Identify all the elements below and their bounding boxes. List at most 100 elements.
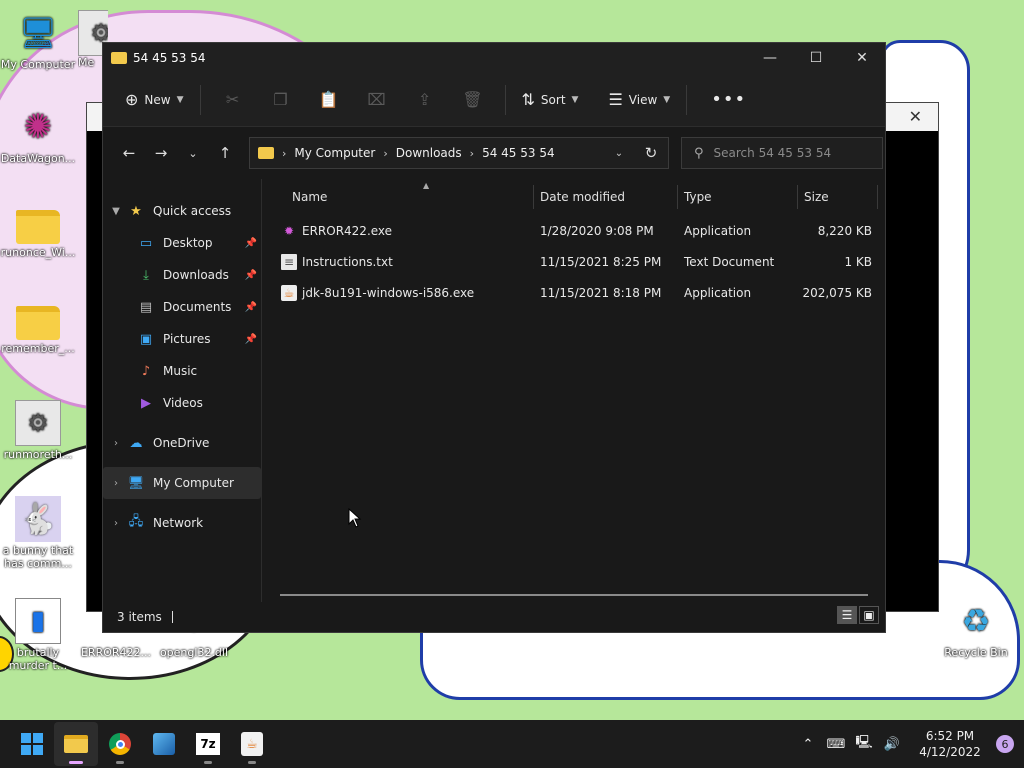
rename-button[interactable]: ⌧ (353, 84, 401, 116)
chevron-right-icon[interactable]: › (105, 518, 127, 529)
desktop-icon-datawagon[interactable]: ✺ DataWagon... (0, 104, 76, 165)
taskbar-file-explorer[interactable] (54, 722, 98, 766)
search-placeholder: Search 54 45 53 54 (713, 146, 832, 160)
file-date: 11/15/2021 8:18 PM (540, 285, 662, 300)
details-view-icon[interactable]: ☰ (837, 606, 857, 624)
nav-network[interactable]: › 🖧 Network (103, 507, 261, 539)
clock-time: 6:52 PM (925, 729, 975, 743)
active-indicator (69, 761, 83, 764)
document-icon: ▤ (139, 299, 153, 315)
paste-button[interactable]: 📋 (305, 84, 353, 116)
refresh-icon[interactable]: ↻ (634, 144, 668, 162)
speaker-icon[interactable]: 🔊 (878, 737, 906, 752)
forward-arrow-icon[interactable]: → (145, 144, 177, 162)
chevron-right-icon[interactable]: › (105, 438, 127, 449)
keyboard-icon[interactable]: ⌨ (822, 737, 850, 752)
file-date: 1/28/2020 9:08 PM (540, 223, 654, 238)
file-row[interactable]: ☕ jdk-8u191-windows-i586.exe 11/15/2021 … (280, 277, 885, 308)
chevron-down-icon[interactable]: ▼ (105, 206, 127, 217)
breadcrumb-chevron-icon[interactable]: › (470, 147, 474, 160)
file-name-cell: ✹ ERROR422.exe (280, 223, 534, 239)
desktop-icon-remember[interactable]: remember_... (0, 298, 76, 355)
nav-downloads[interactable]: ⤓ Downloads 📌 (103, 259, 261, 291)
tiles-view-icon[interactable]: ▣ (859, 606, 879, 624)
pin-icon: 📌 (244, 269, 257, 281)
cut-button[interactable]: ✂ (209, 84, 257, 116)
column-header-size[interactable]: Size (798, 185, 878, 209)
rename-icon: ⌧ (367, 90, 386, 109)
chevron-right-icon[interactable]: › (105, 478, 127, 489)
file-size: 1 KB (844, 254, 872, 269)
address-bar[interactable]: › My Computer › Downloads › 54 45 53 54 … (249, 137, 669, 169)
scissors-icon: ✂ (225, 90, 240, 109)
breadcrumb-chevron-icon[interactable]: › (282, 147, 286, 160)
minimize-button[interactable]: — (747, 43, 793, 73)
copy-button[interactable]: ❐ (257, 84, 305, 116)
window-titlebar[interactable]: 54 45 53 54 — ☐ ✕ (103, 43, 885, 73)
breadcrumb-downloads[interactable]: Downloads (396, 146, 462, 160)
notification-badge[interactable]: 6 (996, 735, 1014, 753)
horizontal-scrollbar[interactable] (280, 594, 868, 596)
nav-desktop[interactable]: ▭ Desktop 📌 (103, 227, 261, 259)
file-name: Instructions.txt (302, 254, 393, 269)
nav-videos[interactable]: ▶ Videos (103, 387, 261, 419)
desktop-icon-brutally[interactable]: ▮ brutally murder t... (0, 598, 76, 672)
taskbar-photos[interactable] (142, 722, 186, 766)
file-name-cell: ☕ jdk-8u191-windows-i586.exe (280, 284, 534, 301)
desktop-icon-bunny[interactable]: 🐇 a bunny that has comm... (0, 496, 76, 570)
up-arrow-icon[interactable]: ↑ (209, 144, 241, 162)
sort-button[interactable]: ⇅ Sort ▼ (514, 84, 587, 116)
close-button[interactable]: ✕ (839, 43, 885, 73)
desktop-icon-runmorethan[interactable]: ⚙ runmoreth... (0, 400, 76, 461)
maximize-button[interactable]: ☐ (793, 43, 839, 73)
start-button[interactable] (10, 722, 54, 766)
desktop-icon: ▭ (139, 235, 153, 251)
view-switcher: ☰ ▣ (837, 606, 879, 624)
desktop-icon-runonce[interactable]: runonce_Wi... (0, 202, 76, 259)
nav-pictures[interactable]: ▣ Pictures 📌 (103, 323, 261, 355)
taskbar-7zip[interactable]: 7z (186, 722, 230, 766)
clock[interactable]: 6:52 PM 4/12/2022 (910, 728, 990, 760)
taskbar-java-installer[interactable]: ☕ (230, 722, 274, 766)
new-button[interactable]: ⊕ New ▼ (117, 84, 192, 116)
breadcrumb-current-folder[interactable]: 54 45 53 54 (482, 146, 555, 160)
recent-locations-chevron-icon[interactable]: ⌄ (177, 147, 209, 160)
column-header-name[interactable]: Name (280, 185, 534, 209)
status-bar: 3 items ☰ ▣ (103, 602, 885, 632)
address-dropdown-icon[interactable]: ⌄ (604, 148, 634, 159)
nav-quick-access[interactable]: ▼ ★ Quick access (103, 195, 261, 227)
running-indicator (204, 761, 212, 764)
back-arrow-icon[interactable]: ← (113, 144, 145, 162)
breadcrumb-my-computer[interactable]: My Computer (294, 146, 375, 160)
exe-icon: ✹ (283, 223, 295, 238)
plus-circle-icon: ⊕ (125, 90, 139, 109)
column-headers: ▲ Name Date modified Type Size (280, 179, 885, 215)
network-status-icon[interactable]: 🖳 (850, 733, 878, 755)
nav-documents[interactable]: ▤ Documents 📌 (103, 291, 261, 323)
nav-onedrive[interactable]: › ☁ OneDrive (103, 427, 261, 459)
copy-icon: ❐ (273, 90, 288, 109)
more-options-button[interactable]: ••• (695, 84, 762, 116)
delete-button[interactable]: 🗑 (449, 84, 497, 116)
pin-icon: 📌 (244, 301, 257, 313)
desktop-icon-recycle-bin[interactable]: ♻ Recycle Bin (938, 598, 1014, 659)
share-button[interactable]: ⇪ (401, 84, 449, 116)
nav-my-computer[interactable]: › 🖥 My Computer (103, 467, 261, 499)
column-header-date[interactable]: Date modified (534, 185, 678, 209)
breadcrumb-chevron-icon[interactable]: › (383, 147, 387, 160)
search-box[interactable]: ⚲ Search 54 45 53 54 (681, 137, 883, 169)
taskbar-chrome[interactable] (98, 722, 142, 766)
column-header-type[interactable]: Type (678, 185, 798, 209)
command-bar: ⊕ New ▼ ✂ ❐ 📋 ⌧ ⇪ 🗑 ⇅ Sort ▼ ☰ View ▼ ••… (103, 73, 885, 127)
toolbar-divider (504, 84, 506, 115)
file-row[interactable]: ≡ Instructions.txt 11/15/2021 8:25 PM Te… (280, 246, 885, 277)
file-explorer-window[interactable]: 54 45 53 54 — ☐ ✕ ⊕ New ▼ ✂ ❐ 📋 ⌧ ⇪ 🗑 ⇅ … (102, 42, 886, 633)
system-tray: ⌃ ⌨ 🖳 🔊 6:52 PM 4/12/2022 6 (794, 720, 1024, 768)
nav-music[interactable]: ♪ Music (103, 355, 261, 387)
close-icon[interactable]: ✕ (909, 107, 922, 126)
desktop-icon-my-computer[interactable]: 🖥 My Computer (0, 10, 76, 72)
file-row[interactable]: ✹ ERROR422.exe 1/28/2020 9:08 PM Applica… (280, 215, 885, 246)
chevron-down-icon: ▼ (571, 94, 579, 105)
chevron-up-icon[interactable]: ⌃ (794, 737, 822, 752)
view-button[interactable]: ☰ View ▼ (600, 84, 678, 116)
